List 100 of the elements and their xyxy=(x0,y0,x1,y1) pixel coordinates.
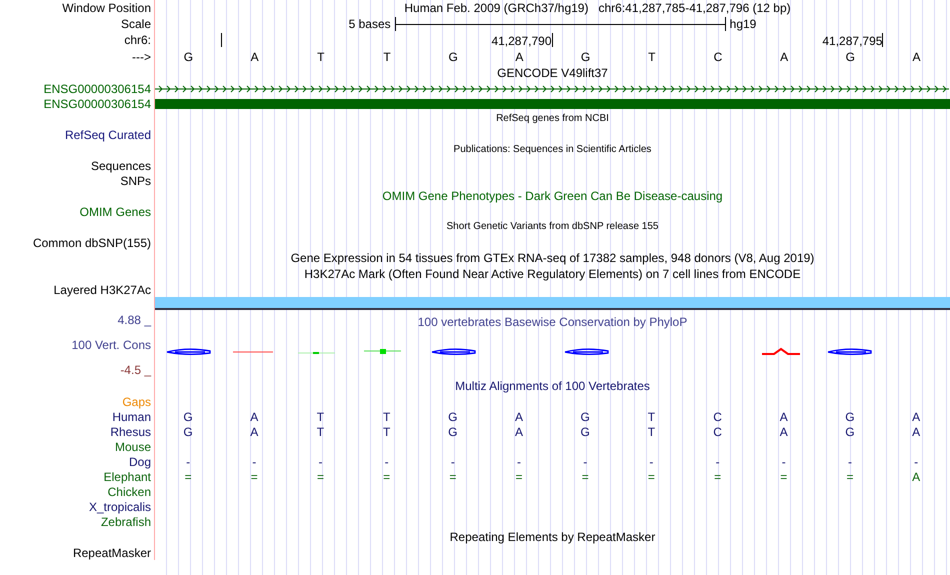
position-range: chr6:41,287,785-41,287,796 (12 bp) xyxy=(598,1,791,15)
track-label: ---> xyxy=(0,48,155,65)
aligned-base: G xyxy=(447,424,459,438)
base-letter: A xyxy=(514,50,524,64)
track-label: Elephant xyxy=(104,470,151,484)
track-title: 100 vertebrates Basewise Conservation by PhyloP xyxy=(418,314,688,330)
axis-max-label: 4.88 _ xyxy=(118,312,151,328)
aligned-base: - xyxy=(251,454,258,468)
track-label: X_tropicalis xyxy=(88,500,151,514)
track-title: OMIM Gene Phenotypes - Dark Green Can Be Disease-causing xyxy=(382,189,723,203)
aligned-base: T xyxy=(646,424,656,438)
track-label: RepeatMasker xyxy=(72,546,151,560)
base-letter: T xyxy=(316,50,326,64)
aligned-base: G xyxy=(844,424,856,438)
track-label: Rhesus xyxy=(110,424,151,438)
track-label: chr6: xyxy=(0,32,155,48)
aligned-base: A xyxy=(514,410,524,424)
aligned-base: A xyxy=(911,470,922,484)
track-label: Chicken xyxy=(108,484,151,498)
aligned-base: T xyxy=(382,410,392,424)
base-letter: A xyxy=(912,50,922,64)
aligned-base: T xyxy=(316,410,326,424)
track-label: Layered H3K27Ac xyxy=(54,282,151,296)
aligned-base: G xyxy=(447,410,459,424)
track-label: Scale xyxy=(0,16,155,32)
aligned-base: C xyxy=(712,424,723,438)
aligned-base: - xyxy=(714,454,721,468)
aligned-base: = xyxy=(448,470,458,484)
track-label: Dog xyxy=(128,454,151,468)
aligned-base: A xyxy=(778,410,789,424)
aligned-base: G xyxy=(182,410,194,424)
aligned-base: = xyxy=(184,470,193,484)
aligned-base: G xyxy=(580,410,591,424)
track-label: SNPs xyxy=(120,174,151,188)
aligned-base: - xyxy=(384,454,390,468)
track-label: ENSG00000306154 xyxy=(44,96,151,110)
axis-min-label: -4.5 _ xyxy=(120,362,151,378)
aligned-base: A xyxy=(911,424,922,438)
aligned-base: A xyxy=(778,424,789,438)
aligned-base: - xyxy=(582,454,588,468)
assembly-title: Human Feb. 2009 (GRCh37/hg19) xyxy=(404,1,588,15)
aligned-base: = xyxy=(580,470,590,484)
aligned-base: = xyxy=(382,470,392,484)
aligned-base: - xyxy=(648,454,654,468)
aligned-base: T xyxy=(316,424,326,438)
base-letter: C xyxy=(712,50,724,64)
aligned-base: - xyxy=(450,454,456,468)
tick-mark xyxy=(220,33,222,47)
aligned-base: - xyxy=(185,454,192,468)
aligned-base: = xyxy=(316,470,325,484)
track-label: OMIM Genes xyxy=(80,204,151,218)
aligned-base: G xyxy=(182,424,194,438)
aligned-base: = xyxy=(646,470,656,484)
base-letter: T xyxy=(382,50,392,64)
track-label: Gaps xyxy=(122,394,151,408)
track-label: 100 Vert. Cons xyxy=(72,337,151,353)
aligned-base: = xyxy=(713,470,722,484)
tick-mark xyxy=(882,33,884,47)
aligned-base: A xyxy=(911,410,922,424)
track-label: Common dbSNP(155) xyxy=(32,236,151,250)
aligned-base: = xyxy=(779,470,788,484)
aligned-base: A xyxy=(514,424,524,438)
aligned-base: A xyxy=(249,410,260,424)
track-title: Publications: Sequences in Scientific Articles xyxy=(454,143,652,157)
aligned-base: - xyxy=(317,454,324,468)
aligned-base: = xyxy=(845,470,854,484)
coordinate-label: 41,287,790 xyxy=(491,35,552,48)
base-letter: G xyxy=(448,50,459,64)
aligned-base: - xyxy=(780,454,787,468)
base-letter: G xyxy=(580,50,592,64)
aligned-base: T xyxy=(646,410,656,424)
aligned-base: A xyxy=(249,424,260,438)
track-title: H3K27Ac Mark (Often Found Near Active Regulatory Elements) on 7 cell lines from ENCODE xyxy=(304,267,801,281)
scale-assembly: hg19 xyxy=(730,17,756,31)
track-label: Sequences xyxy=(90,158,151,172)
track-label: ENSG00000306154 xyxy=(44,82,151,96)
coordinate-label: 41,287,795 xyxy=(822,35,882,48)
aligned-base: G xyxy=(580,424,591,438)
aligned-base: = xyxy=(250,470,259,484)
track-title: Short Genetic Variants from dbSNP release 155 xyxy=(446,220,658,234)
track-title: GENCODE V49lift37 xyxy=(497,66,608,80)
aligned-base: C xyxy=(712,410,723,424)
aligned-base: T xyxy=(382,424,392,438)
aligned-base: - xyxy=(516,454,522,468)
base-letter: A xyxy=(250,50,260,64)
aligned-base: G xyxy=(844,410,856,424)
aligned-base: = xyxy=(514,470,524,484)
track-label: Zebrafish xyxy=(100,514,151,528)
track-title: Repeating Elements by RepeatMasker xyxy=(450,530,656,544)
base-letter: T xyxy=(647,50,656,64)
base-letter: G xyxy=(844,50,856,64)
aligned-base: - xyxy=(846,454,853,468)
track-title: Gene Expression in 54 tissues from GTEx RNA-seq of 17382 samples, 948 donors (V8, Aug 2019) xyxy=(290,251,814,265)
track-label: Window Position xyxy=(0,0,155,16)
aligned-base: - xyxy=(913,454,920,468)
scale-length: 5 bases xyxy=(348,17,391,31)
track-label: Human xyxy=(112,410,151,424)
track-label: Mouse xyxy=(114,440,151,454)
track-title: Multiz Alignments of 100 Vertebrates xyxy=(455,379,650,393)
track-label: RefSeq Curated xyxy=(64,128,151,142)
